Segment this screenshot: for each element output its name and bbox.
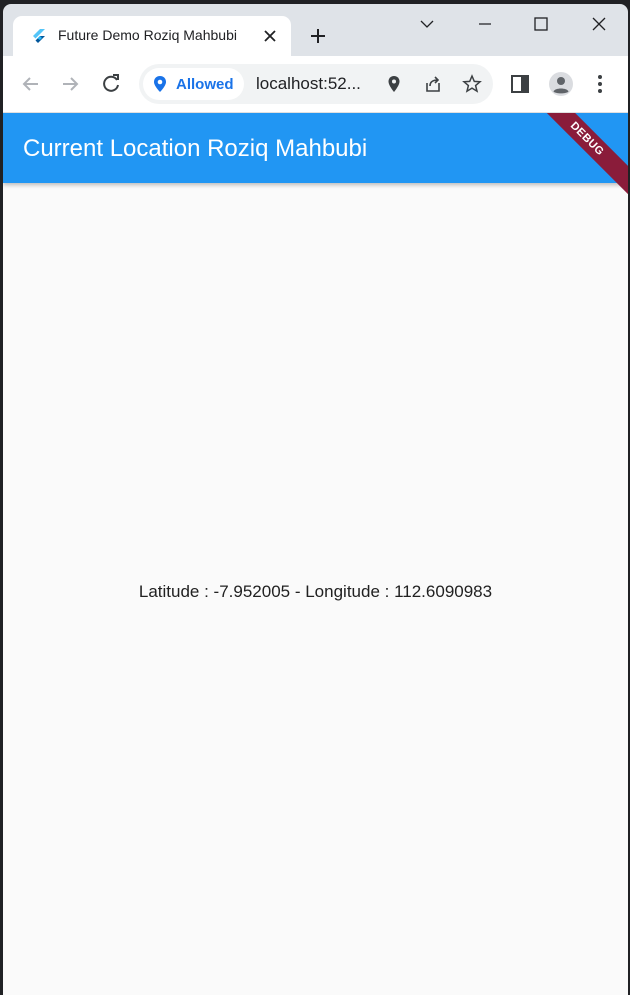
share-icon[interactable] (423, 74, 443, 94)
reload-icon[interactable] (99, 72, 123, 96)
url-text[interactable]: localhost:52... (256, 74, 361, 94)
forward-icon[interactable] (58, 72, 82, 96)
location-pin-icon (153, 76, 167, 92)
star-icon[interactable] (462, 74, 482, 94)
tab-title: Future Demo Roziq Mahbubi (58, 27, 237, 43)
permission-chip[interactable]: Allowed (143, 68, 244, 100)
close-window-icon[interactable] (589, 14, 609, 34)
plus-icon[interactable] (308, 26, 328, 46)
close-icon[interactable] (263, 29, 277, 43)
minimize-icon[interactable] (475, 14, 495, 34)
maximize-icon[interactable] (531, 14, 551, 34)
tab-active[interactable]: Future Demo Roziq Mahbubi (13, 16, 291, 56)
location-pin-icon[interactable] (384, 74, 404, 94)
app-bar-title: Current Location Roziq Mahbubi (23, 135, 368, 162)
back-icon[interactable] (19, 72, 43, 96)
browser-window: Future Demo Roziq Mahbubi Allowed localh… (3, 4, 628, 995)
flutter-favicon-icon (31, 28, 47, 44)
profile-icon[interactable] (549, 72, 573, 96)
permission-chip-label: Allowed (176, 76, 234, 93)
tab-strip: Future Demo Roziq Mahbubi (3, 4, 628, 56)
address-bar[interactable]: Allowed localhost:52... (139, 64, 493, 104)
chevron-down-icon[interactable] (417, 14, 437, 34)
location-text: Latitude : -7.952005 - Longitude : 112.6… (138, 582, 493, 601)
kebab-menu-icon[interactable] (588, 72, 612, 96)
flutter-app-page: Current Location Roziq Mahbubi DEBUG Lat… (3, 113, 628, 995)
side-panel-icon[interactable] (508, 72, 532, 96)
browser-toolbar: Allowed localhost:52... (3, 56, 628, 113)
app-bar: Current Location Roziq Mahbubi (3, 113, 628, 183)
